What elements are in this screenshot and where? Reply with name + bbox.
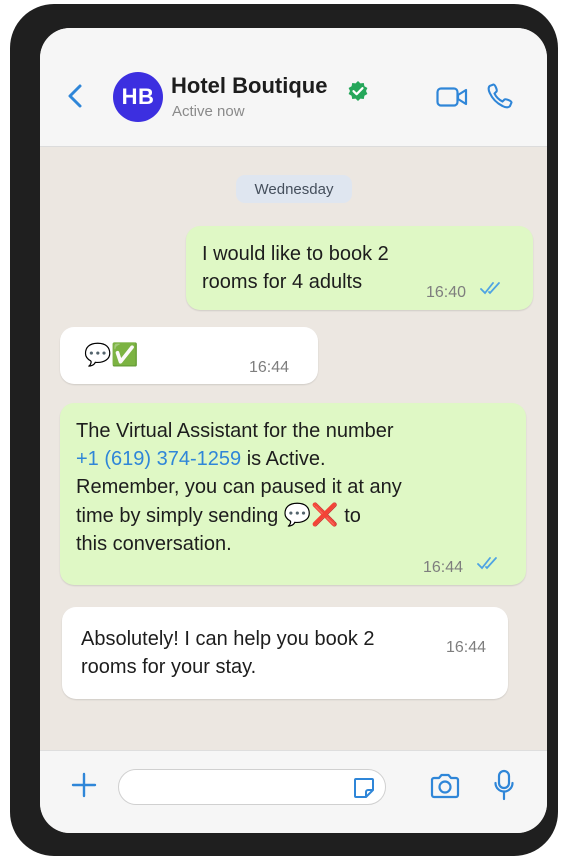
message-bubble-outgoing[interactable]: I would like to book 2 rooms for 4 adult… bbox=[186, 226, 533, 310]
read-receipt-icon bbox=[477, 557, 497, 570]
message-time: 16:40 bbox=[426, 284, 467, 301]
phone-frame: HB Hotel Boutique Active now Wednesday I… bbox=[10, 4, 558, 856]
pause-command-emoji: 💬❌ bbox=[283, 502, 339, 527]
message-bubble-incoming[interactable]: 💬✅ 16:44 bbox=[60, 327, 318, 384]
read-receipt-icon bbox=[480, 282, 500, 295]
message-text-intro: The Virtual Assistant for the number bbox=[76, 420, 394, 442]
contact-name[interactable]: Hotel Boutique bbox=[171, 73, 327, 99]
message-composer bbox=[40, 750, 547, 833]
message-time: 16:44 bbox=[423, 559, 464, 576]
sticker-icon[interactable] bbox=[352, 776, 376, 800]
message-text: Absolutely! I can help you book 2 rooms … bbox=[81, 628, 375, 678]
microphone-icon[interactable] bbox=[493, 769, 515, 801]
avatar[interactable]: HB bbox=[113, 72, 163, 122]
chat-header: HB Hotel Boutique Active now bbox=[40, 28, 547, 147]
plus-icon[interactable] bbox=[70, 771, 98, 799]
message-bubble-outgoing[interactable]: The Virtual Assistant for the number +1 … bbox=[60, 403, 526, 585]
contact-status: Active now bbox=[172, 103, 245, 120]
day-separator: Wednesday bbox=[236, 175, 352, 203]
back-arrow-icon[interactable] bbox=[62, 82, 90, 110]
phone-call-icon[interactable] bbox=[486, 82, 514, 110]
message-text: 💬✅ bbox=[84, 342, 139, 367]
verified-badge-icon bbox=[348, 81, 368, 101]
message-list[interactable]: Wednesday I would like to book 2 rooms f… bbox=[40, 146, 547, 751]
video-call-icon[interactable] bbox=[436, 86, 468, 108]
message-input[interactable] bbox=[118, 769, 386, 805]
message-text: The Virtual Assistant for the number +1 … bbox=[76, 417, 402, 558]
message-time: 16:44 bbox=[446, 639, 487, 656]
message-text: I would like to book 2 rooms for 4 adult… bbox=[202, 243, 389, 293]
message-bubble-incoming[interactable]: Absolutely! I can help you book 2 rooms … bbox=[62, 607, 508, 699]
message-time: 16:44 bbox=[249, 359, 290, 376]
chat-screen: HB Hotel Boutique Active now Wednesday I… bbox=[40, 28, 547, 833]
camera-icon[interactable] bbox=[429, 772, 461, 800]
phone-number-link[interactable]: +1 (619) 374-1259 bbox=[76, 448, 241, 470]
